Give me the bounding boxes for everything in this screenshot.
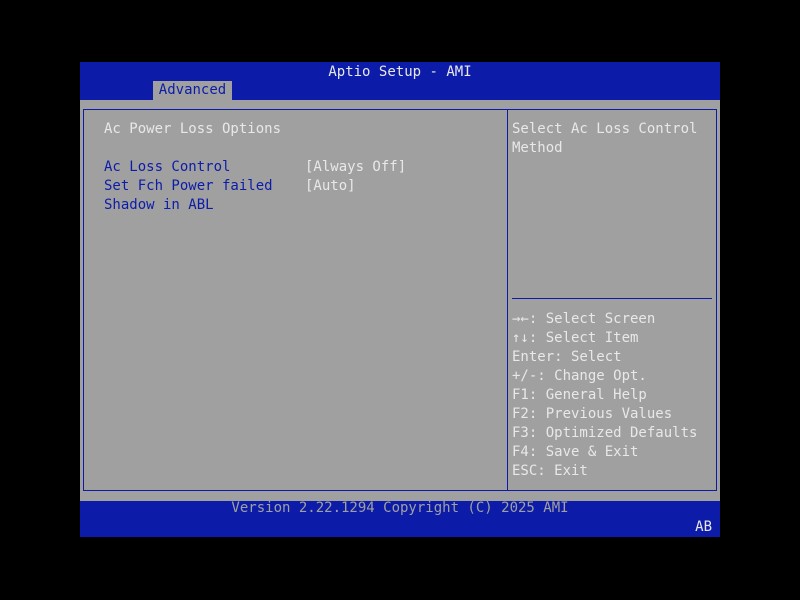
setting-fch-power-failed[interactable]: Set Fch Power failed: [104, 177, 273, 196]
setting-fch-power-failed-value[interactable]: [Auto]: [305, 177, 356, 196]
page-heading: Ac Power Loss Options: [104, 121, 282, 137]
help-description: Select Ac Loss Control Method: [512, 121, 698, 156]
tab-advanced[interactable]: Advanced: [153, 81, 232, 100]
help-divider: [512, 298, 712, 299]
main-panel: Ac Power Loss Options Ac Loss Control [A…: [80, 100, 720, 501]
key-hint-optimized-defaults: F3: Optimized Defaults: [512, 425, 698, 441]
setting-ac-loss-control-value[interactable]: [Always Off]: [305, 158, 406, 177]
setup-title: Aptio Setup - AMI: [328, 64, 472, 80]
key-hint-select-screen: →←: Select Screen: [512, 311, 656, 327]
key-hint-exit: ESC: Exit: [512, 463, 588, 479]
setting-shadow-in-abl[interactable]: Shadow in ABL: [104, 196, 214, 215]
key-hint-enter: Enter: Select: [512, 349, 622, 365]
key-hint-general-help: F1: General Help: [512, 387, 647, 403]
setting-ac-loss-control[interactable]: Ac Loss Control: [104, 158, 230, 177]
key-hint-previous-values: F2: Previous Values: [512, 406, 673, 422]
version-footer: Version 2.22.1294 Copyright (C) 2025 AMI: [231, 500, 569, 516]
footer-badge: AB: [695, 519, 712, 535]
key-hint-change-opt: +/-: Change Opt.: [512, 368, 647, 384]
key-hint-select-item: ↑↓: Select Item: [512, 330, 639, 346]
key-hint-save-exit: F4: Save & Exit: [512, 444, 639, 460]
bios-setup-window: Aptio Setup - AMI Advanced Ac Power Loss…: [80, 62, 720, 537]
